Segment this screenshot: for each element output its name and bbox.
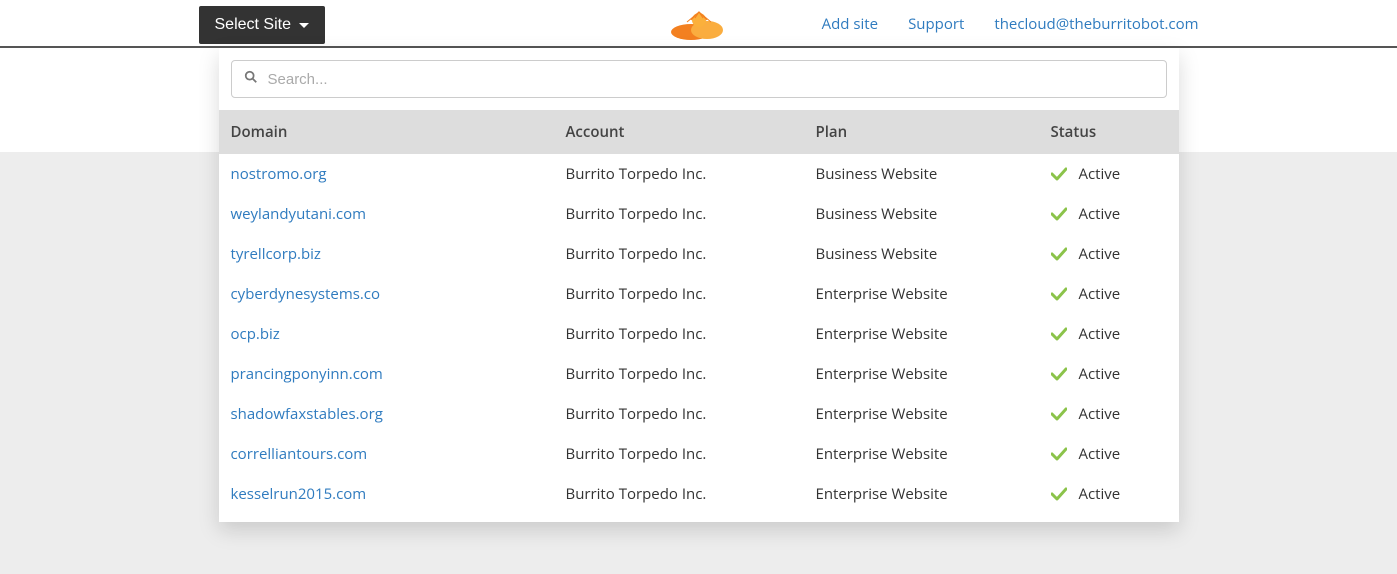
select-site-button[interactable]: Select Site: [199, 6, 325, 44]
cell-plan: Enterprise Website: [816, 444, 1051, 464]
check-icon: [1051, 207, 1067, 221]
status-text: Active: [1079, 204, 1121, 224]
table-body: nostromo.orgBurrito Torpedo Inc.Business…: [219, 154, 1179, 514]
check-icon: [1051, 327, 1067, 341]
add-site-link[interactable]: Add site: [822, 14, 878, 34]
table-row: ocp.biz Burrito Torpedo Inc.Enterprise We…: [219, 314, 1179, 354]
search-box[interactable]: [231, 60, 1167, 98]
cell-plan: Enterprise Website: [816, 404, 1051, 424]
cell-plan: Enterprise Website: [816, 324, 1051, 344]
user-email-link[interactable]: thecloud@theburritobot.com: [994, 14, 1198, 34]
header-domain: Domain: [231, 122, 566, 142]
header-status: Status: [1051, 122, 1167, 142]
cell-plan: Enterprise Website: [816, 364, 1051, 384]
cell-plan: Business Website: [816, 204, 1051, 224]
cell-status: Active: [1051, 244, 1167, 264]
cell-account: Burrito Torpedo Inc.: [566, 284, 816, 304]
status-text: Active: [1079, 324, 1121, 344]
cell-account: Burrito Torpedo Inc.: [566, 164, 816, 184]
cell-account: Burrito Torpedo Inc.: [566, 244, 816, 264]
cell-status: Active: [1051, 164, 1167, 184]
cell-status: Active: [1051, 444, 1167, 464]
cell-account: Burrito Torpedo Inc.: [566, 324, 816, 344]
status-text: Active: [1079, 244, 1121, 264]
status-text: Active: [1079, 164, 1121, 184]
cell-account: Burrito Torpedo Inc.: [566, 404, 816, 424]
domain-link[interactable]: tyrellcorp.biz: [231, 244, 321, 264]
cell-status: Active: [1051, 484, 1167, 504]
domain-link[interactable]: prancingponyinn.com: [231, 364, 383, 384]
search-icon: [244, 69, 258, 89]
header-plan: Plan: [816, 122, 1051, 142]
topbar-right-links: Add site Support thecloud@theburritobot.…: [822, 14, 1199, 34]
domain-link[interactable]: kesselrun2015.com: [231, 484, 367, 504]
sites-panel: Domain Account Plan Status nostromo.org B…: [219, 48, 1179, 522]
topbar: Select Site Add site Support thecloud@th…: [0, 0, 1397, 48]
cell-domain: weylandyutani.com: [231, 204, 566, 224]
cell-domain: kesselrun2015.com: [231, 484, 566, 504]
cloudflare-logo-icon: [667, 8, 731, 45]
domain-link[interactable]: correlliantours.com: [231, 444, 368, 464]
cell-account: Burrito Torpedo Inc.: [566, 484, 816, 504]
check-icon: [1051, 447, 1067, 461]
table-row: shadowfaxstables.org Burrito Torpedo Inc.…: [219, 394, 1179, 434]
cell-domain: cyberdynesystems.co: [231, 284, 566, 304]
cell-status: Active: [1051, 404, 1167, 424]
search-input[interactable]: [268, 71, 1154, 88]
status-text: Active: [1079, 444, 1121, 464]
table-row: correlliantours.com Burrito Torpedo Inc.E…: [219, 434, 1179, 474]
cell-domain: ocp.biz: [231, 324, 566, 344]
status-text: Active: [1079, 484, 1121, 504]
cell-domain: prancingponyinn.com: [231, 364, 566, 384]
table-header-row: Domain Account Plan Status: [219, 110, 1179, 154]
check-icon: [1051, 247, 1067, 261]
check-icon: [1051, 167, 1067, 181]
cell-account: Burrito Torpedo Inc.: [566, 204, 816, 224]
check-icon: [1051, 487, 1067, 501]
table-row: kesselrun2015.com Burrito Torpedo Inc.Ent…: [219, 474, 1179, 514]
support-link[interactable]: Support: [908, 14, 964, 34]
cell-account: Burrito Torpedo Inc.: [566, 444, 816, 464]
cell-plan: Business Website: [816, 244, 1051, 264]
status-text: Active: [1079, 364, 1121, 384]
domain-link[interactable]: weylandyutani.com: [231, 204, 366, 224]
cell-plan: Business Website: [816, 164, 1051, 184]
table-row: weylandyutani.com Burrito Torpedo Inc.Bus…: [219, 194, 1179, 234]
cell-plan: Enterprise Website: [816, 284, 1051, 304]
check-icon: [1051, 367, 1067, 381]
domain-link[interactable]: nostromo.org: [231, 164, 327, 184]
status-text: Active: [1079, 284, 1121, 304]
cell-domain: correlliantours.com: [231, 444, 566, 464]
table-row: cyberdynesystems.co Burrito Torpedo Inc.E…: [219, 274, 1179, 314]
cell-plan: Enterprise Website: [816, 484, 1051, 504]
cell-domain: shadowfaxstables.org: [231, 404, 566, 424]
cell-account: Burrito Torpedo Inc.: [566, 364, 816, 384]
check-icon: [1051, 287, 1067, 301]
header-account: Account: [566, 122, 816, 142]
domain-link[interactable]: shadowfaxstables.org: [231, 404, 383, 424]
table-row: tyrellcorp.biz Burrito Torpedo Inc.Busine…: [219, 234, 1179, 274]
table-row: nostromo.org Burrito Torpedo Inc.Business…: [219, 154, 1179, 194]
caret-down-icon: [299, 23, 309, 28]
cell-status: Active: [1051, 204, 1167, 224]
select-site-label: Select Site: [215, 16, 291, 34]
cell-status: Active: [1051, 324, 1167, 344]
table-row: prancingponyinn.com Burrito Torpedo Inc.E…: [219, 354, 1179, 394]
status-text: Active: [1079, 404, 1121, 424]
cell-domain: nostromo.org: [231, 164, 566, 184]
cell-domain: tyrellcorp.biz: [231, 244, 566, 264]
cell-status: Active: [1051, 364, 1167, 384]
check-icon: [1051, 407, 1067, 421]
domain-link[interactable]: cyberdynesystems.co: [231, 284, 381, 304]
domain-link[interactable]: ocp.biz: [231, 324, 280, 344]
cell-status: Active: [1051, 284, 1167, 304]
